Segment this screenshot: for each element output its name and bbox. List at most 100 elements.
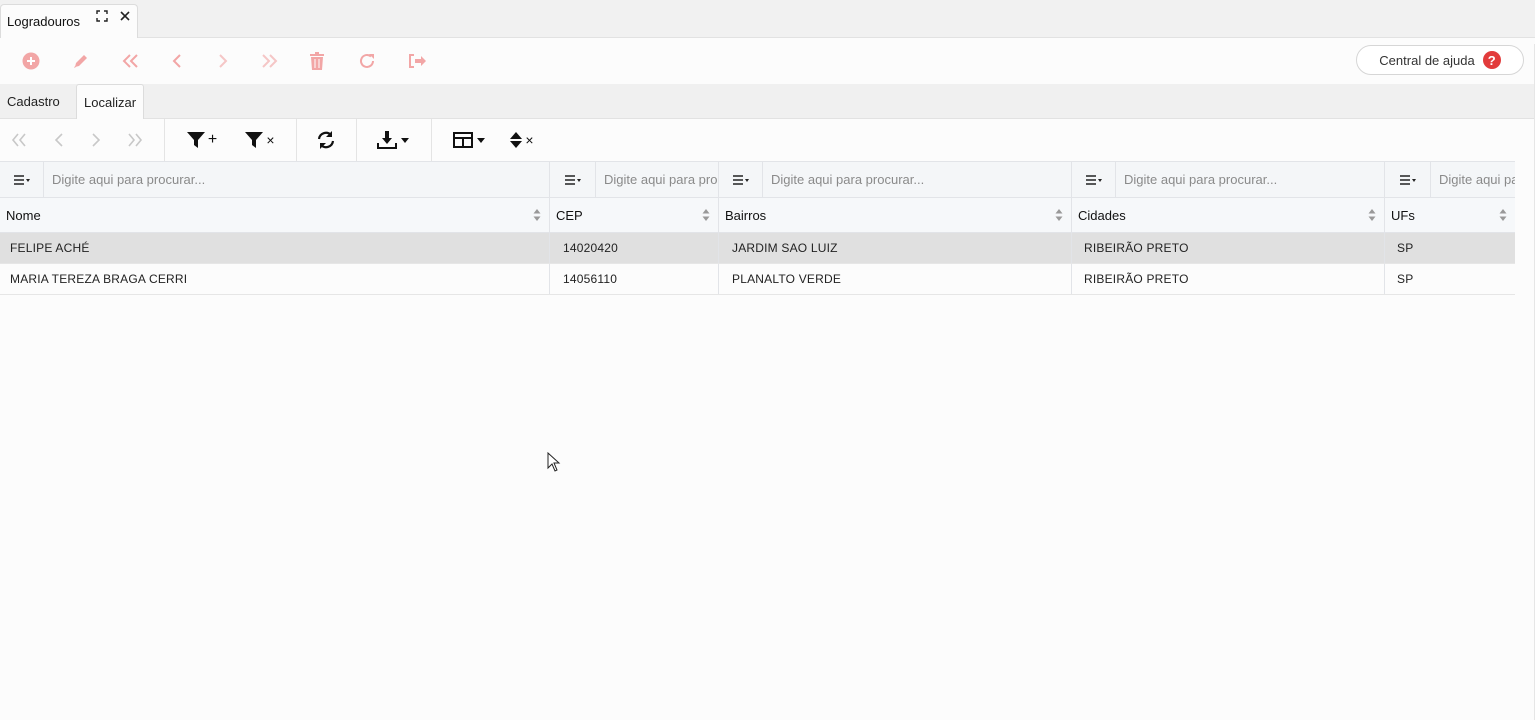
cell-text: SP [1397,272,1414,286]
sort-icon[interactable] [1055,208,1063,222]
grid-last-icon[interactable] [124,127,146,153]
cell-bairro[interactable]: JARDIM SAO LUIZ [719,233,1072,263]
edit-icon[interactable] [68,48,94,74]
filter-input-nome[interactable] [44,162,549,197]
column-header-nome[interactable]: Nome [0,198,550,232]
question-icon: ? [1482,51,1501,69]
filter-cell-ufs [1385,162,1515,197]
filter-cell-cep [550,162,719,197]
filter-icon [245,132,264,148]
cell-uf[interactable]: SP [1385,233,1515,263]
cell-cep[interactable]: 14020420 [550,233,719,263]
tab-localizar[interactable]: Localizar [76,84,145,120]
export-button[interactable] [374,127,412,153]
column-header-bairros[interactable]: Bairros [719,198,1072,232]
column-header-ufs[interactable]: UFs [1385,198,1515,232]
column-header-label: Cidades [1078,207,1126,223]
cell-cidade[interactable]: RIBEIRÃO PRETO [1072,264,1385,294]
filter-input-cidades[interactable] [1116,162,1384,197]
column-header-label: UFs [1391,207,1415,223]
table-row[interactable]: FELIPE ACHÉ 14020420 JARDIM SAO LUIZ RIB… [0,233,1515,264]
help-center-button[interactable]: Central de ajuda ? [1356,45,1524,75]
columns-button[interactable] [451,127,487,153]
exit-icon[interactable] [404,48,430,74]
last-icon[interactable] [256,48,282,74]
column-header-label: Nome [6,207,41,223]
next-icon[interactable] [210,48,236,74]
filter-cell-bairros [719,162,1072,197]
cell-text: 14020420 [563,241,618,255]
add-filter-button[interactable]: + [184,127,220,153]
expand-icon[interactable] [93,7,111,25]
table-row[interactable]: MARIA TEREZA BRAGA CERRI 14056110 PLANAL… [0,264,1515,295]
filter-row [0,161,1515,198]
filter-cell-nome [0,162,550,197]
cell-nome[interactable]: MARIA TEREZA BRAGA CERRI [0,264,550,294]
filter-icon [186,132,205,148]
cell-text: SP [1397,241,1414,255]
column-header-label: CEP [556,207,583,223]
sort-icon[interactable] [1368,208,1376,222]
window-tab-bar: Logradouros [0,0,1535,38]
cell-uf[interactable]: SP [1385,264,1515,294]
sort-icon[interactable] [1499,208,1507,222]
reload-icon[interactable] [314,127,338,153]
column-header-cep[interactable]: CEP [550,198,719,232]
table-icon [453,132,473,148]
cell-text: RIBEIRÃO PRETO [1084,241,1189,255]
cell-cep[interactable]: 14056110 [550,264,719,294]
times-glyph: × [266,132,275,148]
tab-cadastro[interactable]: Cadastro [0,84,67,119]
grid-toolbar-separator [164,119,165,161]
sort-icon[interactable] [533,208,541,222]
cell-text: FELIPE ACHÉ [10,241,90,255]
grid-previous-icon[interactable] [48,127,70,153]
clear-filter-button[interactable]: × [242,127,278,153]
caret-down-icon [401,137,409,143]
column-header-label: Bairros [725,207,767,223]
cell-text: 14056110 [563,272,618,286]
grid-toolbar-separator [356,119,357,161]
refresh-icon[interactable] [354,48,380,74]
filter-menu-icon[interactable] [0,162,44,197]
plus-glyph: + [207,131,218,148]
filter-menu-icon[interactable] [550,162,596,197]
sort-icon [510,132,523,148]
close-icon[interactable] [116,7,134,25]
download-icon [377,131,397,149]
cell-cidade[interactable]: RIBEIRÃO PRETO [1072,233,1385,263]
filter-input-ufs[interactable] [1431,162,1515,197]
filter-menu-icon[interactable] [719,162,763,197]
header-row: Nome CEP Bairros Cidades UFs [0,198,1515,233]
results-grid: Nome CEP Bairros Cidades UFs FELIPE ACHÉ… [0,161,1515,295]
filter-input-cep[interactable] [596,162,718,197]
clear-sort-button[interactable]: × [507,127,537,153]
grid-toolbar: + × × [0,119,1535,161]
action-toolbar: Central de ajuda ? [0,38,1535,84]
cell-text: MARIA TEREZA BRAGA CERRI [10,272,188,286]
times-glyph: × [525,132,534,148]
filter-menu-icon[interactable] [1385,162,1431,197]
first-icon[interactable] [118,48,144,74]
cell-text: JARDIM SAO LUIZ [732,241,838,255]
cell-text: PLANALTO VERDE [732,272,842,286]
grid-first-icon[interactable] [8,127,30,153]
grid-toolbar-separator [296,119,297,161]
grid-next-icon[interactable] [85,127,107,153]
filter-cell-cidades [1072,162,1385,197]
cell-bairro[interactable]: PLANALTO VERDE [719,264,1072,294]
filter-input-bairros[interactable] [763,162,1071,197]
mouse-cursor-icon [547,452,561,472]
add-icon[interactable] [18,48,44,74]
previous-icon[interactable] [164,48,190,74]
cell-nome[interactable]: FELIPE ACHÉ [0,233,550,263]
inner-tabs: Cadastro Localizar [0,84,1535,120]
filter-menu-icon[interactable] [1072,162,1116,197]
sort-icon[interactable] [702,208,710,222]
column-header-cidades[interactable]: Cidades [1072,198,1385,232]
cell-text: RIBEIRÃO PRETO [1084,272,1189,286]
window-tab-label: Logradouros [7,14,80,29]
delete-icon[interactable] [304,48,330,74]
grid-toolbar-separator [431,119,432,161]
caret-down-icon [477,137,485,143]
